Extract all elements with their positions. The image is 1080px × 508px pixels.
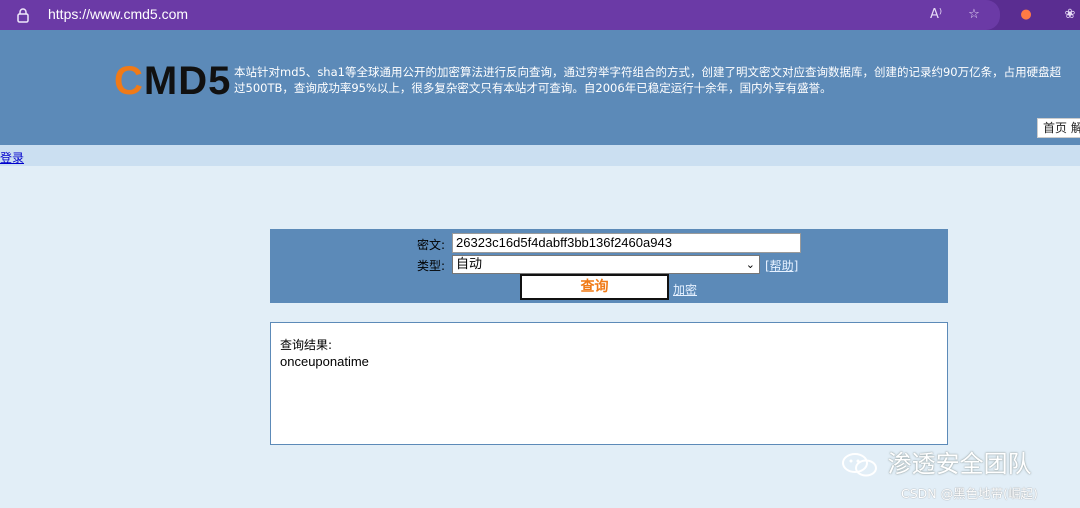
encrypt-link[interactable]: 加密 <box>673 281 697 298</box>
address-bar[interactable]: https://www.cmd5.com A⁾ ☆ <box>0 0 1000 30</box>
nav-home[interactable]: 首页 <box>1043 121 1067 135</box>
type-label: 类型: <box>417 259 446 273</box>
cipher-input[interactable]: 26323c16d5f4dabff3bb136f2460a943 <box>452 233 801 253</box>
extension-icon[interactable]: ● <box>1016 6 1036 24</box>
intro-line-2: 过500TB，查询成功率95%以上，很多复杂密文只有本站才可查询。自2006年已… <box>234 81 832 95</box>
type-select-value: 自动 <box>456 257 483 272</box>
type-select[interactable]: 自动 ⌄ <box>452 255 760 274</box>
cipher-label: 密文: <box>417 238 446 252</box>
wechat-icon <box>842 453 877 477</box>
favorite-add-icon[interactable]: ☆ <box>964 6 984 24</box>
nav-next[interactable]: 解 <box>1071 121 1080 135</box>
logo-c: C <box>114 59 144 103</box>
watermark-sub: CSDN @黑色地带(崛起) <box>901 486 1038 501</box>
url-text[interactable]: https://www.cmd5.com <box>48 6 188 22</box>
watermark-main-text: 渗透安全团队 <box>887 450 1032 478</box>
top-nav: 首页 解 <box>1037 118 1080 138</box>
site-intro: 本站针对md5、sha1等全球通用公开的加密算法进行反向查询，通过穷举字符组合的… <box>234 64 1080 96</box>
chevron-down-icon: ⌄ <box>745 258 755 271</box>
result-label: 查询结果: <box>280 338 333 352</box>
login-link[interactable]: 登录 <box>0 149 24 166</box>
intro-line-1: 本站针对md5、sha1等全球通用公开的加密算法进行反向查询，通过穷举字符组合的… <box>234 65 1062 79</box>
browser-toolbar: https://www.cmd5.com A⁾ ☆ ● ❀ <box>0 0 1080 30</box>
account-icon[interactable]: ❀ <box>1060 6 1080 24</box>
query-button[interactable]: 查询 <box>520 274 669 300</box>
help-link[interactable]: [帮助] <box>765 257 798 274</box>
result-box <box>270 322 948 445</box>
sub-bar <box>0 145 1080 166</box>
site-header: CMD5 本站针对md5、sha1等全球通用公开的加密算法进行反向查询，通过穷举… <box>0 30 1080 145</box>
logo-md5: MD5 <box>143 59 232 103</box>
watermark: 渗透安全团队 <box>840 444 1032 479</box>
cmd5-logo[interactable]: CMD5 <box>114 61 231 101</box>
lock-icon[interactable] <box>15 7 31 23</box>
result-value: onceuponatime <box>280 354 369 369</box>
read-aloud-icon[interactable]: A⁾ <box>926 6 946 24</box>
